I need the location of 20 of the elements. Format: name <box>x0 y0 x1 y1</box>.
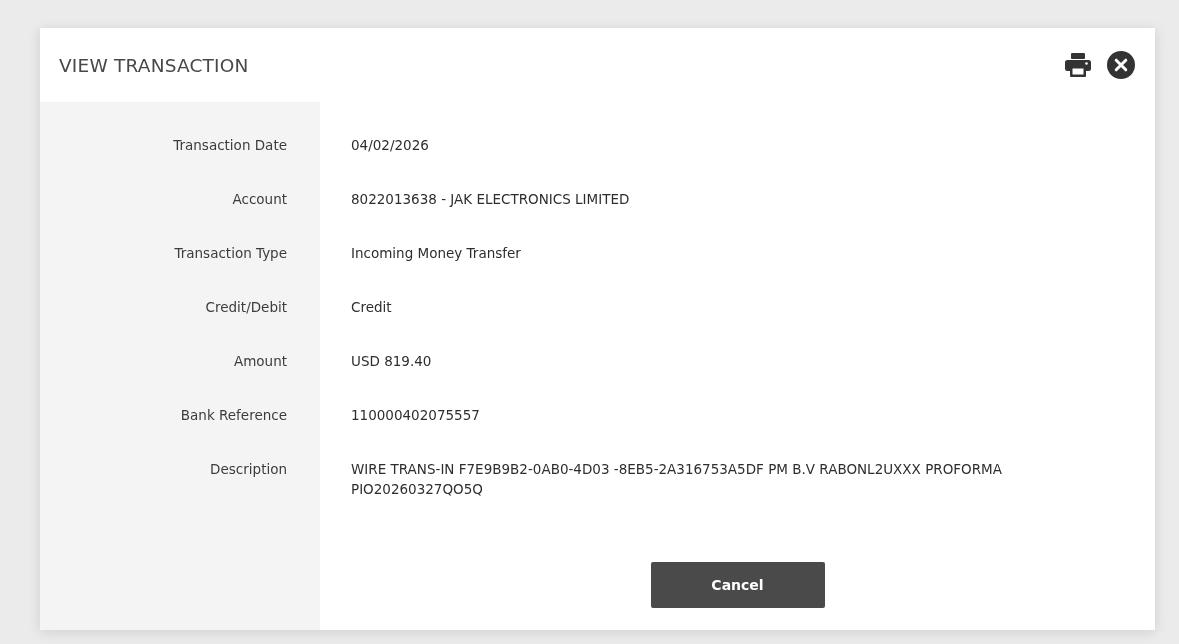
field-label: Description <box>209 460 288 479</box>
field-value: WIRE TRANS-IN F7E9B9B2-0AB0-4D03 -8EB5-2A316753A5DF PM B.V RABONL2UXXX PROFORMA PIO20260327QO5Q <box>350 460 1003 499</box>
close-icon <box>1107 51 1135 79</box>
field-value: 110000402075557 <box>350 406 481 425</box>
field-label: Credit/Debit <box>204 298 288 317</box>
field-value: USD 819.40 <box>350 352 433 371</box>
field-label: Transaction Type <box>173 244 288 263</box>
field-label: Bank Reference <box>179 406 288 425</box>
field-value: Credit <box>350 298 393 317</box>
cancel-button[interactable]: Cancel <box>650 562 825 608</box>
field-value: 8022013638 - JAK ELECTRONICS LIMITED <box>350 190 631 209</box>
field-label: Account <box>231 190 288 209</box>
printer-icon <box>1065 53 1091 77</box>
print-button[interactable] <box>1065 53 1091 77</box>
field-value: Incoming Money Transfer <box>350 244 522 263</box>
close-button[interactable] <box>1107 51 1135 79</box>
modal-title: VIEW TRANSACTION <box>59 54 249 76</box>
field-label: Transaction Date <box>172 136 288 155</box>
field-label: Amount <box>232 352 288 371</box>
field-value: 04/02/2026 <box>350 136 430 155</box>
